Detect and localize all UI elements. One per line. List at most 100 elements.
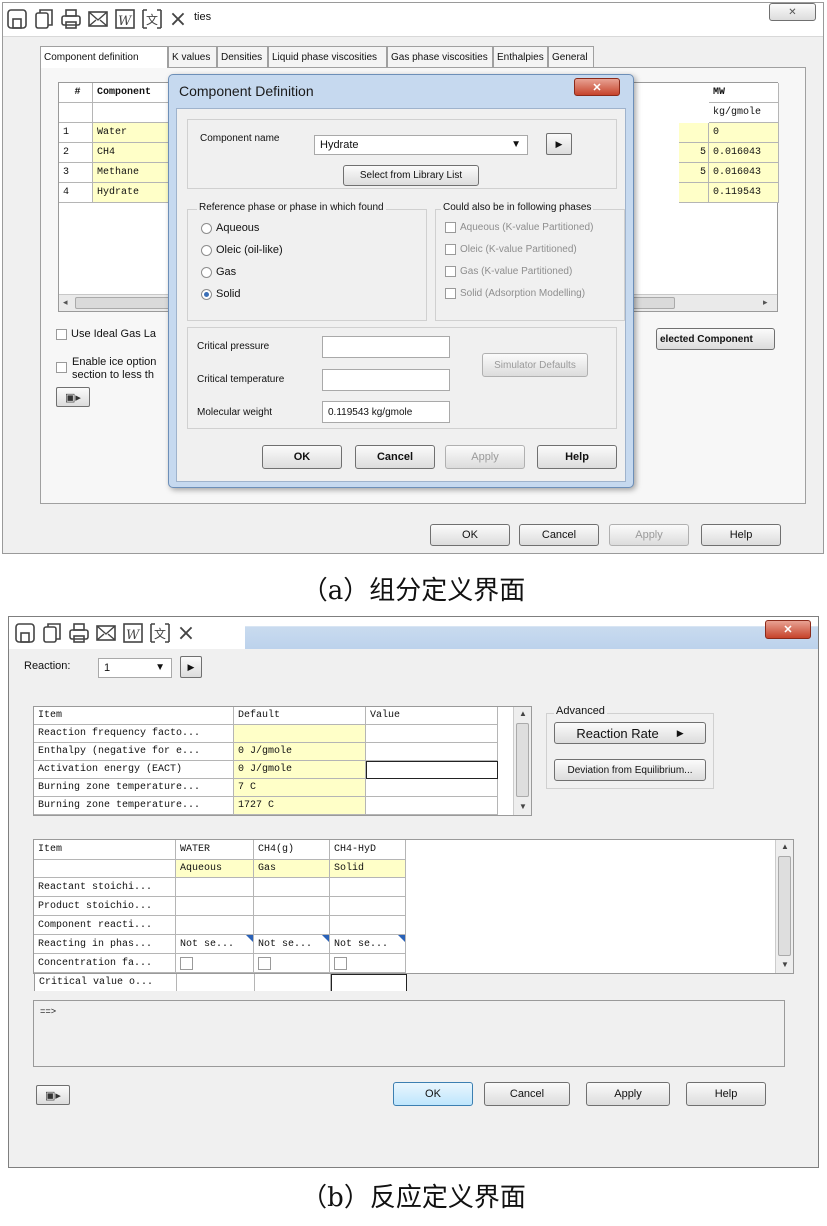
table-cell[interactable] xyxy=(176,878,254,897)
table-vertical-scrollbar[interactable]: ▲ ▼ xyxy=(513,707,531,815)
grid-component-name[interactable]: Hydrate xyxy=(93,183,177,203)
radio-button[interactable] xyxy=(201,222,212,234)
cancel-button[interactable]: Cancel xyxy=(484,1082,570,1106)
critical-pressure-field[interactable] xyxy=(322,336,450,358)
checkbox-box[interactable] xyxy=(445,288,456,299)
help-button[interactable]: Help xyxy=(701,524,781,546)
scroll-up-arrow-icon[interactable]: ▲ xyxy=(519,709,527,718)
print-icon[interactable] xyxy=(66,620,92,646)
dialog-help-button[interactable]: Help xyxy=(537,445,617,469)
selected-component-button[interactable]: elected Component xyxy=(656,328,775,350)
ok-button[interactable]: OK xyxy=(430,524,510,546)
table-row-value[interactable] xyxy=(366,725,498,743)
checkbox-box[interactable] xyxy=(56,362,67,373)
checkbox-box[interactable] xyxy=(334,956,347,970)
scroll-thumb[interactable] xyxy=(516,723,529,797)
reaction-rate-button[interactable]: Reaction Rate ▶ xyxy=(554,722,706,744)
table-cell-active[interactable] xyxy=(331,974,407,991)
table-row-value[interactable] xyxy=(366,797,498,815)
navigator-button[interactable]: ▣▸ xyxy=(36,1085,70,1105)
reaction-next-button[interactable]: ▶ xyxy=(180,656,202,678)
apply-button[interactable]: Apply xyxy=(609,524,689,546)
save-icon[interactable] xyxy=(12,620,38,646)
scroll-thumb[interactable] xyxy=(778,856,791,956)
radio-button[interactable] xyxy=(201,266,212,278)
scroll-up-arrow-icon[interactable]: ▲ xyxy=(781,842,789,851)
scroll-left-arrow-icon[interactable]: ◂ xyxy=(63,297,68,308)
table-cell[interactable] xyxy=(176,897,254,916)
table-cell[interactable] xyxy=(177,974,255,991)
radio-button-selected[interactable] xyxy=(201,288,212,300)
grid-component-name[interactable]: CH4 xyxy=(93,143,177,163)
word-export-icon[interactable]: W xyxy=(112,6,138,32)
message-console[interactable]: ==> xyxy=(33,1000,785,1067)
navigator-button[interactable]: ▣▸ xyxy=(56,387,90,407)
dialog-cancel-button[interactable]: Cancel xyxy=(355,445,435,469)
grid-mw-value[interactable]: 0.119543 xyxy=(709,183,779,203)
concentration-checkbox-cell[interactable] xyxy=(176,954,254,973)
tab-liquid-viscosities[interactable]: Liquid phase viscosities xyxy=(268,46,387,67)
reacting-phase-dropdown[interactable]: Not se... xyxy=(254,935,330,954)
use-ideal-gas-checkbox[interactable]: Use Ideal Gas La xyxy=(56,328,156,340)
table-cell[interactable] xyxy=(254,916,330,935)
table-cell[interactable] xyxy=(330,916,406,935)
concentration-checkbox-cell[interactable] xyxy=(330,954,406,973)
window-close-button[interactable]: ✕ xyxy=(765,620,811,639)
checkbox-box[interactable] xyxy=(445,244,456,255)
table-cell[interactable] xyxy=(176,916,254,935)
save-icon[interactable] xyxy=(4,6,30,32)
component-name-dropdown[interactable]: Hydrate ▼ xyxy=(314,135,528,155)
concentration-checkbox-cell[interactable] xyxy=(254,954,330,973)
also-oleic-checkbox[interactable]: Oleic (K-value Partitioned) xyxy=(445,244,577,255)
component-next-button[interactable]: ▶ xyxy=(546,133,572,155)
copy-icon[interactable] xyxy=(31,6,57,32)
also-gas-checkbox[interactable]: Gas (K-value Partitioned) xyxy=(445,266,572,277)
table-row-value[interactable] xyxy=(366,779,498,797)
critical-temperature-field[interactable] xyxy=(322,369,450,391)
checkbox-box[interactable] xyxy=(258,956,271,970)
tab-gas-viscosities[interactable]: Gas phase viscosities xyxy=(387,46,493,67)
dialog-apply-button[interactable]: Apply xyxy=(445,445,525,469)
scroll-down-arrow-icon[interactable]: ▼ xyxy=(519,802,527,811)
molecular-weight-field[interactable]: 0.119543 kg/gmole xyxy=(322,401,450,423)
table-row-value-active[interactable] xyxy=(366,761,498,779)
grid-mw-value[interactable]: 0 xyxy=(709,123,779,143)
checkbox-box[interactable] xyxy=(180,956,193,970)
close-icon[interactable]: × xyxy=(174,620,198,646)
table-cell[interactable] xyxy=(330,897,406,916)
print-icon[interactable] xyxy=(58,6,84,32)
phase-radio-solid[interactable]: Solid xyxy=(201,288,240,300)
phase-radio-oleic[interactable]: Oleic (oil-like) xyxy=(201,244,283,256)
tab-densities[interactable]: Densities xyxy=(217,46,268,67)
help-button[interactable]: Help xyxy=(686,1082,766,1106)
ok-button[interactable]: OK xyxy=(393,1082,473,1106)
table-vertical-scrollbar[interactable]: ▲ ▼ xyxy=(775,840,793,973)
translate-icon[interactable]: 文 xyxy=(139,6,165,32)
grid-component-name[interactable]: Methane xyxy=(93,163,177,183)
copy-icon[interactable] xyxy=(39,620,65,646)
select-from-library-button[interactable]: Select from Library List xyxy=(343,165,479,186)
tab-enthalpies[interactable]: Enthalpies xyxy=(493,46,548,67)
grid-mw-value[interactable]: 0.016043 xyxy=(709,163,779,183)
tab-component-definition[interactable]: Component definition xyxy=(40,46,168,68)
translate-icon[interactable]: 文 xyxy=(147,620,173,646)
reaction-dropdown[interactable]: 1 ▼ xyxy=(98,658,172,678)
reacting-phase-dropdown[interactable]: Not se... xyxy=(176,935,254,954)
close-icon[interactable]: × xyxy=(166,6,190,32)
email-icon[interactable] xyxy=(93,620,119,646)
reacting-phase-dropdown[interactable]: Not se... xyxy=(330,935,406,954)
dialog-ok-button[interactable]: OK xyxy=(262,445,342,469)
email-icon[interactable] xyxy=(85,6,111,32)
deviation-from-equilibrium-button[interactable]: Deviation from Equilibrium... xyxy=(554,759,706,781)
table-cell[interactable] xyxy=(330,878,406,897)
phase-radio-gas[interactable]: Gas xyxy=(201,266,236,278)
table-cell[interactable] xyxy=(255,974,331,991)
also-solid-checkbox[interactable]: Solid (Adsorption Modelling) xyxy=(445,288,585,299)
word-export-icon[interactable]: W xyxy=(120,620,146,646)
grid-component-name[interactable]: Water xyxy=(93,123,177,143)
checkbox-box[interactable] xyxy=(445,266,456,277)
apply-button[interactable]: Apply xyxy=(586,1082,670,1106)
window-close-button[interactable]: ✕ xyxy=(769,3,816,21)
scroll-down-arrow-icon[interactable]: ▼ xyxy=(781,960,789,969)
phase-radio-aqueous[interactable]: Aqueous xyxy=(201,222,259,234)
